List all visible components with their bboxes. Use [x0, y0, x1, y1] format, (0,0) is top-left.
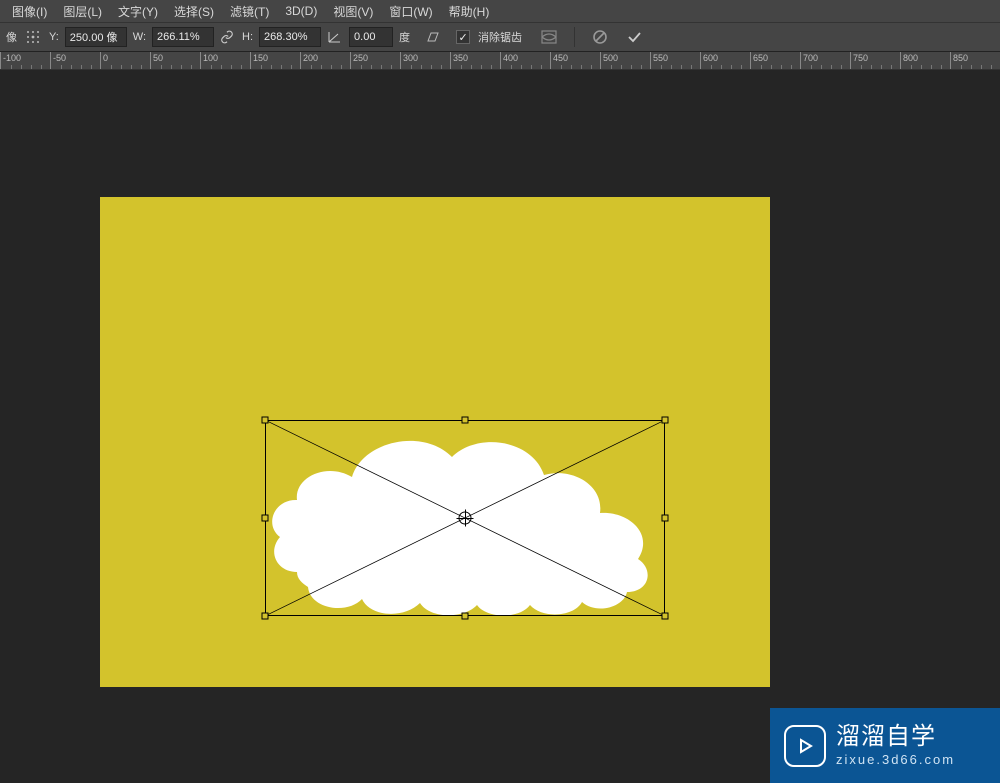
handle-tl[interactable]	[262, 417, 269, 424]
handle-br[interactable]	[662, 613, 669, 620]
transform-center[interactable]	[459, 512, 472, 525]
watermark: 溜溜自学 zixue.3d66.com	[770, 708, 1000, 783]
prefix-label: 像	[6, 29, 17, 45]
angle-unit: 度	[399, 29, 410, 45]
warp-mode-icon[interactable]	[538, 26, 560, 48]
cancel-icon[interactable]	[589, 26, 611, 48]
menu-item[interactable]: 图像(I)	[4, 0, 55, 23]
watermark-title: 溜溜自学	[836, 723, 955, 752]
w-input[interactable]	[152, 27, 214, 47]
commit-icon[interactable]	[623, 26, 645, 48]
menu-item[interactable]: 文字(Y)	[110, 0, 166, 23]
watermark-sub: zixue.3d66.com	[836, 752, 955, 768]
canvas-area[interactable]: 溜溜自学 zixue.3d66.com	[0, 70, 1000, 783]
divider	[574, 27, 575, 47]
handle-tr[interactable]	[662, 417, 669, 424]
handle-mr[interactable]	[662, 515, 669, 522]
menu-bar: 图像(I)图层(L)文字(Y)选择(S)滤镜(T)3D(D)视图(V)窗口(W)…	[0, 0, 1000, 22]
transform-bounding-box[interactable]	[265, 420, 665, 616]
y-input[interactable]	[65, 27, 127, 47]
menu-item[interactable]: 图层(L)	[55, 0, 110, 23]
h-input[interactable]	[259, 27, 321, 47]
antialias-label: 消除锯齿	[478, 29, 522, 45]
handle-bm[interactable]	[462, 613, 469, 620]
options-bar: 像 Y: W: H: 度 ✓ 消除锯齿	[0, 22, 1000, 52]
angle-input[interactable]	[349, 27, 393, 47]
w-label: W:	[133, 31, 146, 43]
menu-item[interactable]: 视图(V)	[325, 0, 381, 23]
menu-item[interactable]: 3D(D)	[277, 1, 325, 21]
h-label: H:	[242, 31, 253, 43]
menu-item[interactable]: 滤镜(T)	[222, 0, 277, 23]
skew-h-icon[interactable]	[422, 27, 442, 47]
handle-tm[interactable]	[462, 417, 469, 424]
menu-item[interactable]: 选择(S)	[166, 0, 222, 23]
y-label: Y:	[49, 31, 59, 43]
handle-bl[interactable]	[262, 613, 269, 620]
angle-icon	[325, 27, 345, 47]
antialias-checkbox[interactable]: ✓	[456, 30, 470, 44]
play-icon	[784, 725, 826, 767]
ruler-horizontal[interactable]: -100-50050100150200250300350400450500550…	[0, 52, 1000, 70]
handle-ml[interactable]	[262, 515, 269, 522]
ref-point-icon[interactable]	[23, 27, 43, 47]
menu-item[interactable]: 帮助(H)	[441, 0, 498, 23]
link-icon[interactable]	[218, 28, 236, 46]
menu-item[interactable]: 窗口(W)	[381, 0, 440, 23]
